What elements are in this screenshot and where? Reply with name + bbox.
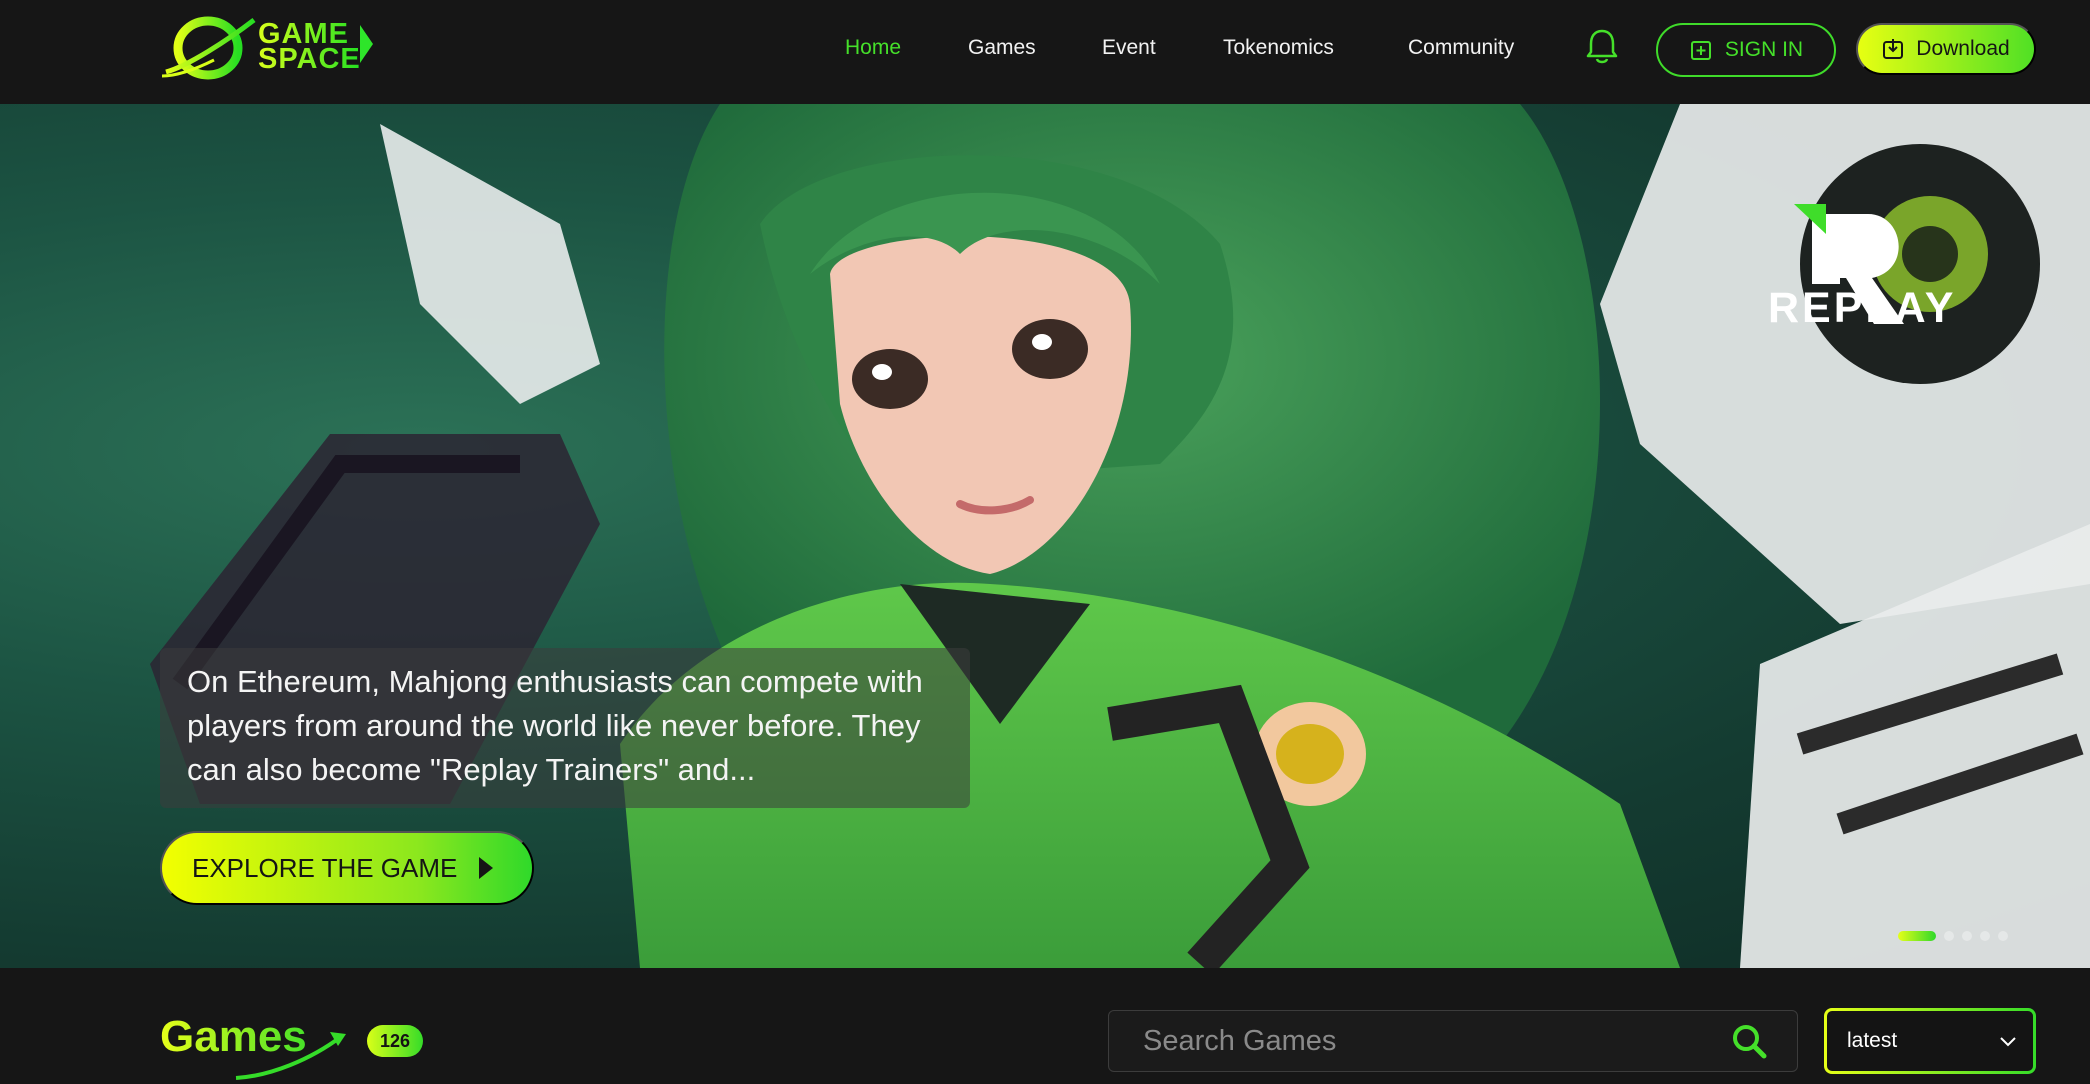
sort-select[interactable]: latest (1824, 1008, 2036, 1074)
search-icon[interactable] (1729, 1021, 1769, 1061)
nav-community[interactable]: Community (1408, 36, 1514, 60)
sort-select-value: latest (1847, 1029, 1898, 1052)
logo-arrow-icon (360, 25, 373, 63)
logo-wordmark: GAME SPACE (258, 20, 361, 75)
hero-banner[interactable]: REPLAY On Ethereum, Mahjong enthusiasts … (0, 104, 2090, 968)
carousel-dot-5[interactable] (1998, 931, 2008, 941)
sign-in-label: SIGN IN (1724, 38, 1804, 61)
search-games-box (1108, 1010, 1798, 1072)
explore-game-label: EXPLORE THE GAME (192, 852, 458, 883)
explore-game-button[interactable]: EXPLORE THE GAME (160, 831, 534, 905)
carousel-pagination (1898, 931, 2008, 941)
nav-games[interactable]: Games (968, 36, 1036, 60)
sign-in-button[interactable]: SIGN IN (1656, 23, 1836, 77)
download-button[interactable]: Download (1856, 23, 2036, 75)
game-brand-name: REPLAY (1768, 284, 1957, 332)
brand-logo[interactable]: GAME SPACE (158, 10, 373, 84)
carousel-dot-3[interactable] (1962, 931, 1972, 941)
notification-bell-icon[interactable] (1584, 27, 1620, 65)
chevron-down-icon (2000, 1037, 2016, 1047)
games-title-swoosh-icon (235, 1032, 346, 1080)
logo-emblem-icon (161, 16, 256, 80)
play-arrow-icon (479, 857, 494, 879)
download-icon (1883, 39, 1904, 59)
nav-event[interactable]: Event (1102, 36, 1156, 60)
carousel-dot-1[interactable] (1898, 931, 1936, 941)
download-label: Download (1916, 37, 2010, 60)
top-header: GAME SPACE Home Games Event Tokenomics C… (0, 0, 2090, 104)
nav-home[interactable]: Home (845, 36, 901, 60)
logo-word-space: SPACE (258, 43, 361, 75)
nav-tokenomics[interactable]: Tokenomics (1223, 36, 1334, 60)
carousel-dot-4[interactable] (1980, 931, 1990, 941)
sign-in-icon (1690, 41, 1711, 60)
search-games-input[interactable] (1109, 1011, 1729, 1071)
carousel-dot-2[interactable] (1944, 931, 1954, 941)
hero-description: On Ethereum, Mahjong enthusiasts can com… (187, 664, 923, 787)
games-count-badge: 126 (367, 1025, 423, 1057)
